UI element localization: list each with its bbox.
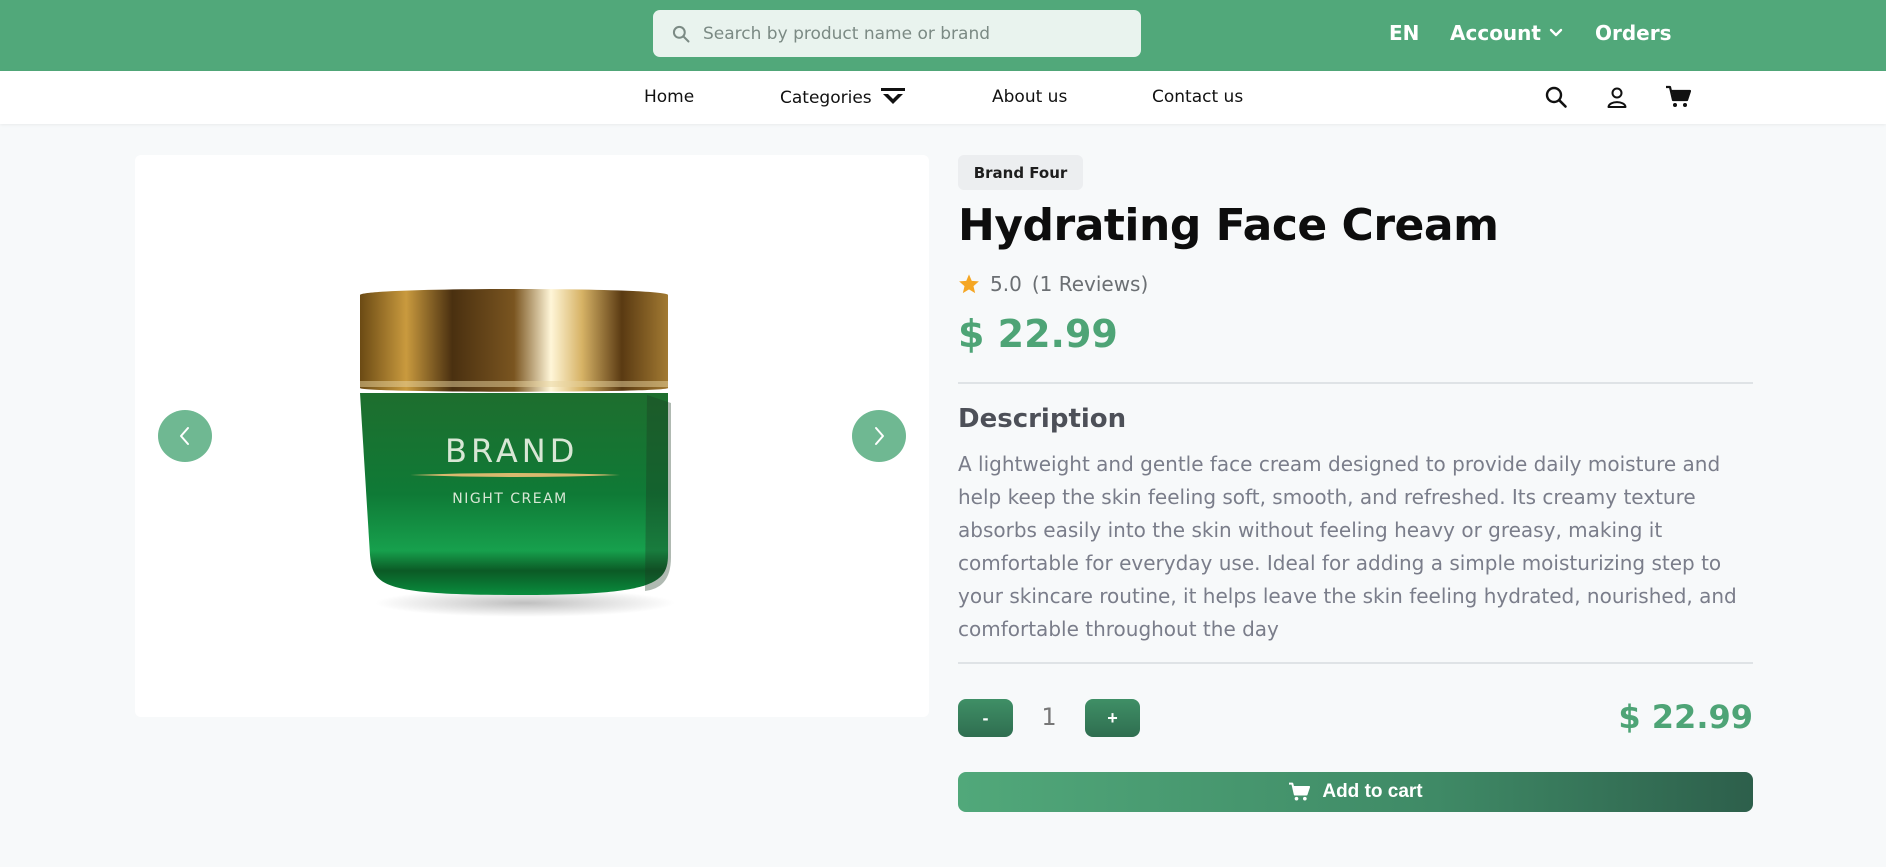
description-heading: Description [958, 404, 1127, 434]
increase-quantity-button[interactable]: + [1085, 699, 1140, 737]
product-price: $ 22.99 [958, 312, 1118, 356]
orders-link[interactable]: Orders [1595, 21, 1672, 45]
search-box[interactable] [653, 10, 1141, 57]
decrease-quantity-button[interactable]: - [958, 699, 1013, 737]
account-label: Account [1450, 21, 1541, 45]
search-button[interactable] [1543, 84, 1569, 110]
product-title: Hydrating Face Cream [958, 200, 1499, 251]
brand-badge[interactable]: Brand Four [958, 155, 1083, 190]
product-description: A lightweight and gentle face cream desi… [958, 452, 1737, 641]
main-nav: Home Categories About us Contact us [0, 71, 1886, 124]
nav-home[interactable]: Home [644, 87, 694, 107]
divider-bottom [958, 662, 1753, 664]
orders-label: Orders [1595, 21, 1672, 45]
jar-brand-text: BRAND [445, 432, 579, 470]
nav-contact[interactable]: Contact us [1152, 87, 1243, 107]
user-icon [1607, 87, 1627, 108]
chevron-left-icon [180, 427, 189, 445]
add-to-cart-button[interactable]: Add to cart [958, 772, 1753, 812]
chevron-right-icon [875, 427, 884, 445]
search-icon [672, 25, 690, 42]
dropdown-arrow-icon [880, 88, 905, 104]
nav-contact-label: Contact us [1152, 87, 1244, 107]
next-image-button[interactable] [852, 410, 906, 462]
brand-name: Brand Four [973, 163, 1068, 182]
language-label: EN [1389, 21, 1420, 45]
chevron-down-icon [1549, 28, 1563, 37]
nav-about[interactable]: About us [992, 87, 1067, 107]
user-button[interactable] [1604, 84, 1630, 110]
search-icon [1545, 86, 1567, 108]
cart-button[interactable] [1665, 84, 1691, 110]
jar-type-text: NIGHT CREAM [452, 491, 568, 507]
cart-icon [1289, 782, 1311, 801]
previous-image-button[interactable] [158, 410, 212, 462]
account-menu[interactable]: Account [1450, 21, 1563, 45]
divider-top [958, 382, 1753, 384]
language-selector[interactable]: EN [1389, 21, 1419, 45]
nav-about-label: About us [992, 87, 1068, 107]
rating-value: 5.0 [990, 272, 1022, 296]
rating-row: 5.0 (1 Reviews) [958, 272, 1148, 296]
line-total-price: $ 22.99 [1618, 698, 1753, 736]
add-to-cart-label: Add to cart [1322, 781, 1423, 802]
quantity-value: 1 [1041, 703, 1057, 731]
search-input[interactable] [703, 23, 1103, 44]
star-icon [959, 274, 979, 294]
nav-categories-label: Categories [780, 88, 872, 108]
top-header: EN Account Orders [0, 0, 1886, 71]
nav-categories[interactable]: Categories [780, 87, 906, 109]
cart-icon [1666, 85, 1691, 107]
review-count[interactable]: (1 Reviews) [1032, 272, 1148, 296]
nav-home-label: Home [644, 87, 695, 107]
